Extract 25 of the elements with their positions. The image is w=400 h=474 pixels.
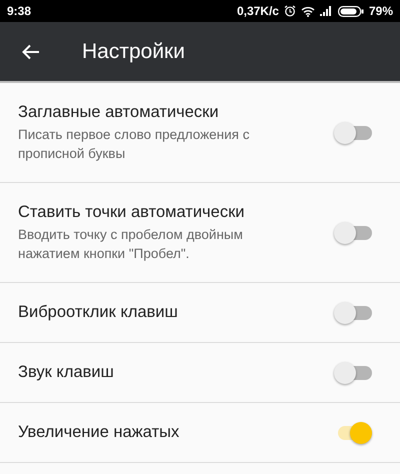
- screen-title: Настройки: [82, 40, 185, 64]
- signal-icon: [320, 6, 333, 16]
- toggle-switch[interactable]: [334, 220, 372, 244]
- wifi-icon: [300, 6, 315, 16]
- setting-summary: Писать первое слово предложения с прописной буквы: [18, 126, 250, 162]
- setting-title: Ставить точки автоматически: [18, 202, 246, 222]
- toggle-switch[interactable]: [334, 360, 372, 384]
- status-time: 9:38: [7, 4, 32, 18]
- setting-row[interactable]: Заглавные автоматически Писать первое слово предложения с прописной буквы: [0, 83, 400, 183]
- setting-row[interactable]: Ставить точки автоматически Вводить точку с пробелом двойным нажатием кнопки "Пробел".: [0, 183, 400, 283]
- setting-title: Заглавные автоматически: [18, 102, 220, 122]
- battery-icon: [338, 6, 364, 16]
- setting-title: Виброотклик клавиш: [18, 303, 178, 322]
- setting-title: Звук клавиш: [18, 363, 114, 382]
- network-speed: 0,37K/c: [236, 4, 279, 18]
- setting-row[interactable]: Виброотклик клавиш: [0, 283, 400, 343]
- toggle-switch[interactable]: [334, 120, 372, 144]
- back-arrow-icon[interactable]: [22, 44, 40, 60]
- battery-percent: 79%: [368, 4, 393, 18]
- setting-row[interactable]: Звук клавиш: [0, 343, 400, 403]
- setting-row[interactable]: Увеличение нажатых: [0, 403, 400, 463]
- setting-summary: Вводить точку с пробелом двойным нажатием кнопки "Пробел".: [18, 226, 244, 262]
- toggle-switch[interactable]: [334, 300, 372, 324]
- alarm-icon: [284, 5, 296, 17]
- setting-title: Увеличение нажатых: [18, 423, 180, 442]
